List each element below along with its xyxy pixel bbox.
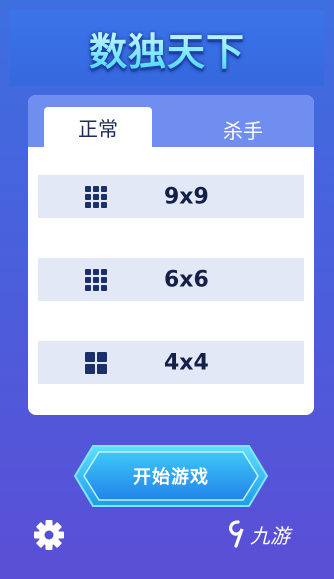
grid-2x2-icon [85,351,107,374]
gear-icon[interactable] [32,518,66,552]
start-game-label: 开始游戏 [133,467,209,488]
mode-label: 9x9 [164,184,209,209]
watermark-logo: 九游 [226,514,306,554]
tab-bar: 正常 杀手 [28,95,314,147]
tab-killer[interactable]: 杀手 [188,109,298,149]
header-bar: 数独天下 [10,10,324,86]
mode-option-4x4[interactable]: 4x4 [38,341,304,384]
app-title: 数独天下 [89,21,245,76]
mode-label: 4x4 [164,350,209,375]
jiuyou-logo-icon [229,520,244,548]
mode-option-6x6[interactable]: 6x6 [38,258,304,301]
mode-select-card: 正常 杀手 9x9 6x6 4x4 [28,95,314,415]
start-game-button[interactable]: 开始游戏 [73,444,269,508]
grid-3x3-icon [85,268,107,291]
grid-3x3-icon [85,185,107,208]
tab-normal[interactable]: 正常 [44,107,152,147]
mode-label: 6x6 [164,267,209,292]
watermark-text: 九游 [250,523,290,548]
mode-option-9x9[interactable]: 9x9 [38,175,304,218]
